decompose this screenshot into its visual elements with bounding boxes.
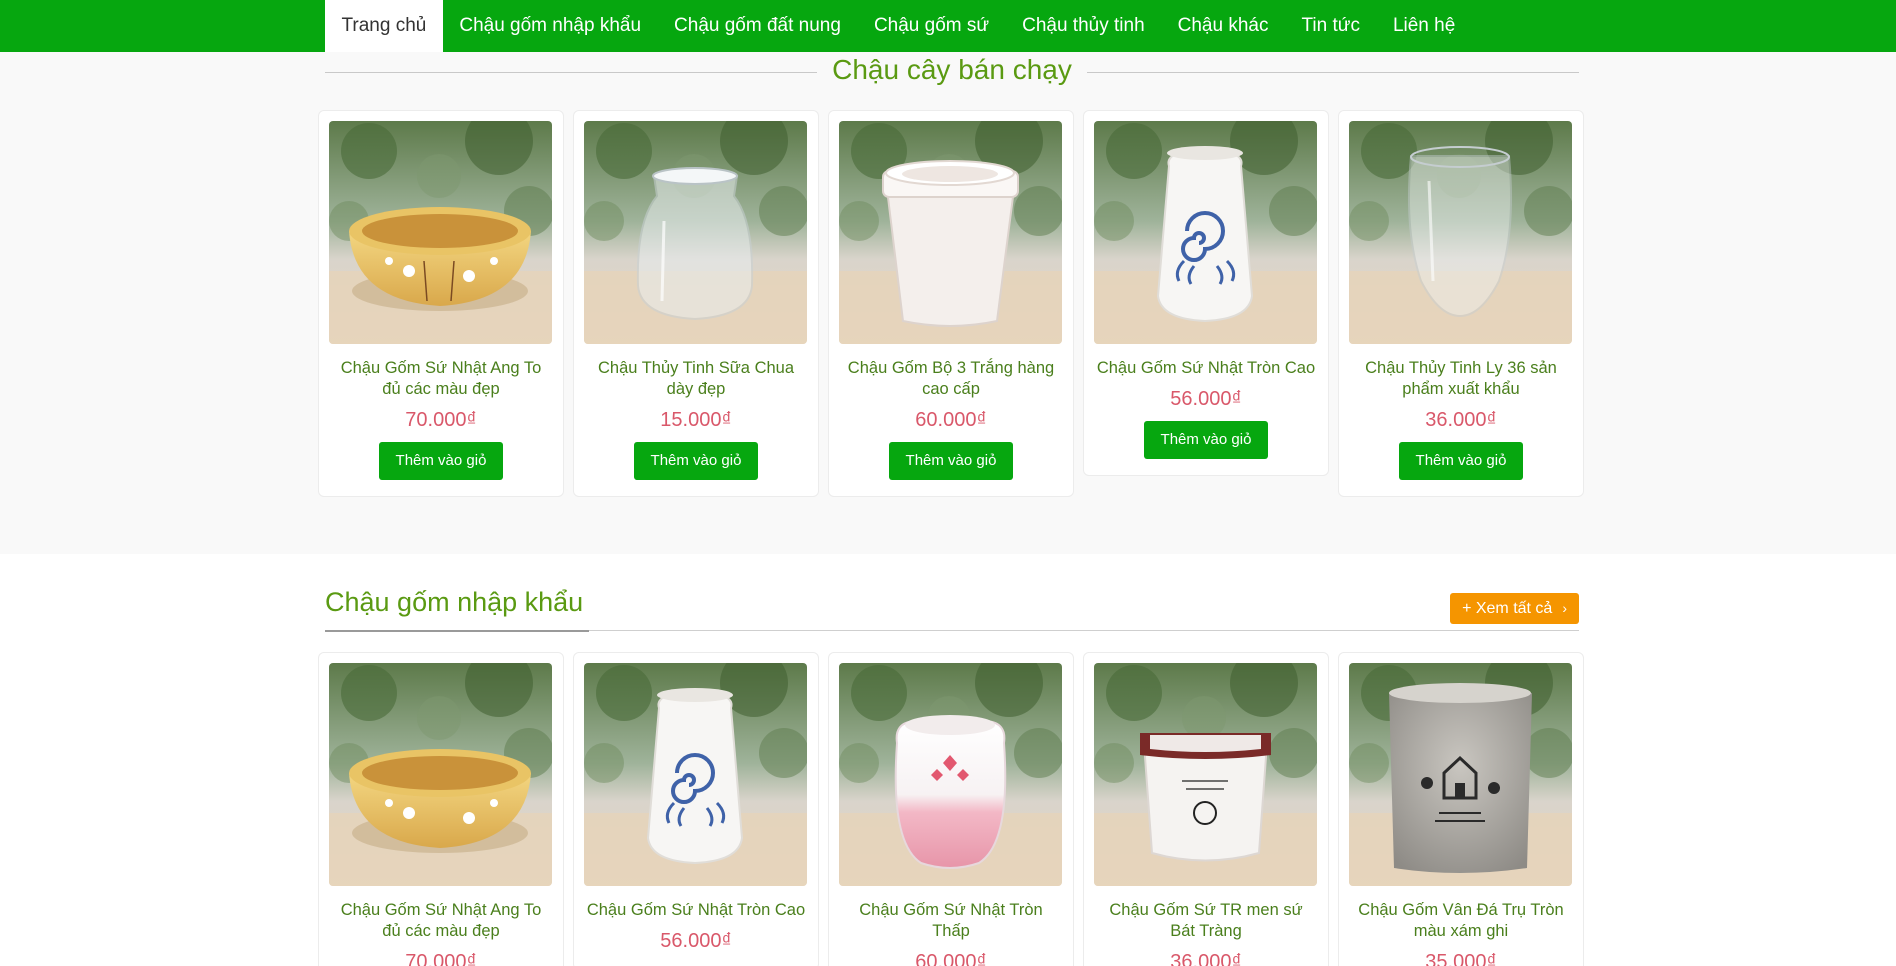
bestsellers-grid: Chậu Gốm Sứ Nhật Ang To đủ các màu đẹp 7… (318, 110, 1584, 497)
product-name[interactable]: Chậu Gốm Vân Đá Trụ Tròn màu xám ghi (1349, 900, 1573, 942)
product-card: Chậu Thủy Tinh Ly 36 sản phẩm xuất khẩu … (1338, 110, 1584, 497)
product-price: 36.000₫ (1425, 409, 1497, 431)
add-to-cart-button[interactable]: Thêm vào giỏ (1398, 442, 1524, 480)
nav-item-contact[interactable]: Liên hệ (1376, 0, 1471, 52)
product-card: Chậu Thủy Tinh Sữa Chua dày đẹp 15.000₫ … (573, 110, 819, 497)
product-name[interactable]: Chậu Gốm Sứ Nhật Ang To đủ các màu đẹp (329, 358, 553, 400)
product-image[interactable] (329, 663, 552, 886)
imported-pots-heading: Chậu gốm nhập khẩu + Xem tất cả › (325, 585, 1579, 633)
nav-item-glass-pots[interactable]: Chậu thủy tinh (1006, 0, 1162, 52)
add-to-cart-button[interactable]: Thêm vào giỏ (633, 442, 759, 480)
product-card: Chậu Gốm Sứ Nhật Tròn Cao 56.000₫ Thêm v… (1083, 110, 1329, 476)
nav-item-imported-pots[interactable]: Chậu gốm nhập khẩu (443, 0, 658, 52)
product-name[interactable]: Chậu Gốm Sứ Nhật Tròn Thấp (839, 900, 1063, 942)
product-image[interactable] (329, 121, 552, 344)
product-price: 56.000₫ (1170, 388, 1242, 410)
product-card: Chậu Gốm Sứ TR men sứ Bát Tràng 36.000₫ (1083, 652, 1329, 966)
nav-item-other-pots[interactable]: Chậu khác (1161, 0, 1285, 52)
product-image[interactable] (839, 663, 1062, 886)
product-card: Chậu Gốm Sứ Nhật Tròn Thấp 60.000₫ (828, 652, 1074, 966)
add-to-cart-button[interactable]: Thêm vào giỏ (888, 442, 1014, 480)
product-name[interactable]: Chậu Thủy Tinh Sữa Chua dày đẹp (584, 358, 808, 400)
product-price: 70.000₫ (405, 951, 477, 966)
add-to-cart-button[interactable]: Thêm vào giỏ (378, 442, 504, 480)
product-price: 15.000₫ (660, 409, 732, 431)
product-price: 60.000₫ (915, 951, 987, 966)
nav-item-news[interactable]: Tin tức (1285, 0, 1376, 52)
product-price: 35.000₫ (1425, 951, 1497, 966)
product-image[interactable] (584, 663, 807, 886)
nav-item-porcelain-pots[interactable]: Chậu gốm sứ (857, 0, 1005, 52)
nav-menu: Trang chủ Chậu gốm nhập khẩu Chậu gốm đấ… (325, 0, 1472, 52)
imported-pots-title[interactable]: Chậu gốm nhập khẩu (325, 587, 583, 618)
product-image[interactable] (839, 121, 1062, 344)
product-card: Chậu Gốm Vân Đá Trụ Tròn màu xám ghi 35.… (1338, 652, 1584, 966)
product-price: 70.000₫ (405, 409, 477, 431)
main-navbar: Trang chủ Chậu gốm nhập khẩu Chậu gốm đấ… (0, 0, 1896, 52)
bestsellers-title: Chậu cây bán chạy (832, 54, 1072, 85)
product-name[interactable]: Chậu Gốm Sứ TR men sứ Bát Tràng (1094, 900, 1318, 942)
view-all-label: + Xem tất cả (1462, 600, 1553, 617)
product-name[interactable]: Chậu Gốm Sứ Nhật Tròn Cao (584, 900, 808, 921)
nav-item-home[interactable]: Trang chủ (325, 0, 443, 52)
product-name[interactable]: Chậu Thủy Tinh Ly 36 sản phẩm xuất khẩu (1349, 358, 1573, 400)
product-price: 56.000₫ (660, 930, 732, 952)
product-card: Chậu Gốm Sứ Nhật Tròn Cao 56.000₫ (573, 652, 819, 966)
product-card: Chậu Gốm Bộ 3 Trắng hàng cao cấp 60.000₫… (828, 110, 1074, 497)
product-card: Chậu Gốm Sứ Nhật Ang To đủ các màu đẹp 7… (318, 110, 564, 497)
view-all-button[interactable]: + Xem tất cả › (1450, 593, 1579, 624)
product-name[interactable]: Chậu Gốm Sứ Nhật Tròn Cao (1094, 358, 1318, 379)
product-card: Chậu Gốm Sứ Nhật Ang To đủ các màu đẹp 7… (318, 652, 564, 966)
chevron-right-icon: › (1562, 600, 1567, 616)
add-to-cart-button[interactable]: Thêm vào giỏ (1143, 421, 1269, 459)
product-name[interactable]: Chậu Gốm Bộ 3 Trắng hàng cao cấp (839, 358, 1063, 400)
bestsellers-heading: Chậu cây bán chạy (325, 52, 1579, 94)
imported-pots-grid: Chậu Gốm Sứ Nhật Ang To đủ các màu đẹp 7… (318, 652, 1584, 966)
product-price: 36.000₫ (1170, 951, 1242, 966)
product-image[interactable] (584, 121, 807, 344)
product-image[interactable] (1349, 663, 1572, 886)
product-image[interactable] (1349, 121, 1572, 344)
product-name[interactable]: Chậu Gốm Sứ Nhật Ang To đủ các màu đẹp (329, 900, 553, 942)
product-image[interactable] (1094, 121, 1317, 344)
heading-underline (325, 630, 589, 632)
product-image[interactable] (1094, 663, 1317, 886)
nav-item-terracotta-pots[interactable]: Chậu gốm đất nung (658, 0, 858, 52)
product-price: 60.000₫ (915, 409, 987, 431)
